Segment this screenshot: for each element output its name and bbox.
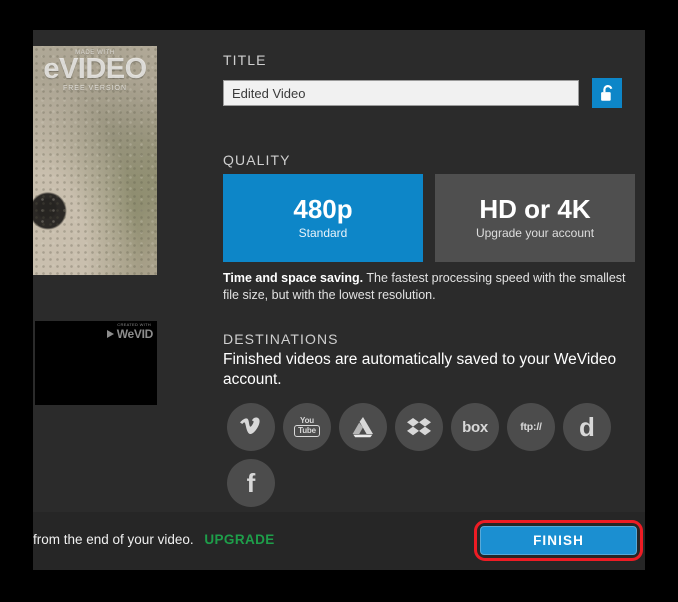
finish-button-wrapper: FINISH — [474, 520, 643, 561]
play-triangle-icon — [106, 330, 114, 338]
title-input[interactable] — [223, 80, 579, 106]
quality-option-480p-title: 480p — [293, 194, 353, 225]
footer-notice: from the end of your video. UPGRADE — [33, 532, 275, 547]
title-row — [223, 78, 645, 108]
destination-box[interactable]: box — [451, 403, 499, 451]
quality-option-hd4k-title: HD or 4K — [479, 194, 591, 225]
destination-youtube[interactable]: You Tube — [283, 403, 331, 451]
settings-column: TITLE QUALITY 480p Standard HD — [223, 30, 645, 570]
dailymotion-icon: d — [579, 412, 595, 442]
title-section-label: TITLE — [223, 52, 267, 68]
vimeo-icon — [240, 417, 260, 435]
destination-dailymotion[interactable]: d — [563, 403, 611, 451]
quality-options: 480p Standard HD or 4K Upgrade your acco… — [223, 174, 635, 262]
quality-description: Time and space saving. The fastest proce… — [223, 270, 643, 305]
youtube-icon-you: You — [300, 416, 314, 425]
unlock-button[interactable] — [592, 78, 622, 108]
destination-dropbox[interactable] — [395, 403, 443, 451]
upgrade-link[interactable]: UPGRADE — [204, 532, 274, 547]
destinations-section-label: DESTINATIONS — [223, 331, 339, 347]
dropbox-icon — [407, 418, 431, 436]
ftp-icon: ftp:// — [520, 421, 542, 433]
quality-section-label: QUALITY — [223, 152, 291, 168]
screenshot-root: MADE WITH eVIDEO FREE VERSION CREATED WI… — [0, 0, 678, 602]
destinations-subtitle: Finished videos are automatically saved … — [223, 351, 617, 389]
facebook-icon: f — [246, 468, 256, 498]
destination-icons-grid: You Tube box ftp:// d f — [227, 403, 627, 507]
destination-ftp[interactable]: ftp:// — [507, 403, 555, 451]
export-dialog-panel: MADE WITH eVIDEO FREE VERSION CREATED WI… — [33, 30, 645, 570]
youtube-icon-tube: Tube — [294, 425, 320, 437]
footer-notice-text: from the end of your video. — [33, 532, 194, 547]
destination-vimeo[interactable] — [227, 403, 275, 451]
unlock-icon — [600, 84, 612, 101]
destination-google-drive[interactable] — [339, 403, 387, 451]
quality-option-480p[interactable]: 480p Standard — [223, 174, 423, 262]
logo-wordmark: WeVID — [116, 327, 154, 341]
quality-option-hd4k[interactable]: HD or 4K Upgrade your account — [435, 174, 635, 262]
google-drive-icon — [352, 417, 373, 438]
box-icon: box — [462, 418, 488, 436]
quality-option-hd4k-subtitle: Upgrade your account — [475, 225, 595, 240]
logo-tagline: CREATED WITH — [117, 322, 151, 327]
quality-option-480p-subtitle: Standard — [298, 225, 348, 240]
video-preview-thumbnail[interactable]: MADE WITH eVIDEO FREE VERSION — [33, 46, 157, 275]
finish-button[interactable]: FINISH — [480, 526, 637, 555]
end-card-thumbnail[interactable]: CREATED WITH WeVID — [35, 321, 157, 405]
wevideo-logo: CREATED WITH WeVID — [106, 322, 154, 341]
preview-column: MADE WITH eVIDEO FREE VERSION CREATED WI… — [33, 30, 191, 570]
youtube-icon: You Tube — [294, 417, 320, 437]
dialog-footer: from the end of your video. UPGRADE FINI… — [33, 512, 645, 570]
destination-facebook[interactable]: f — [227, 459, 275, 507]
quality-description-bold: Time and space saving. — [223, 271, 364, 285]
thumbnail-texture — [33, 46, 157, 275]
